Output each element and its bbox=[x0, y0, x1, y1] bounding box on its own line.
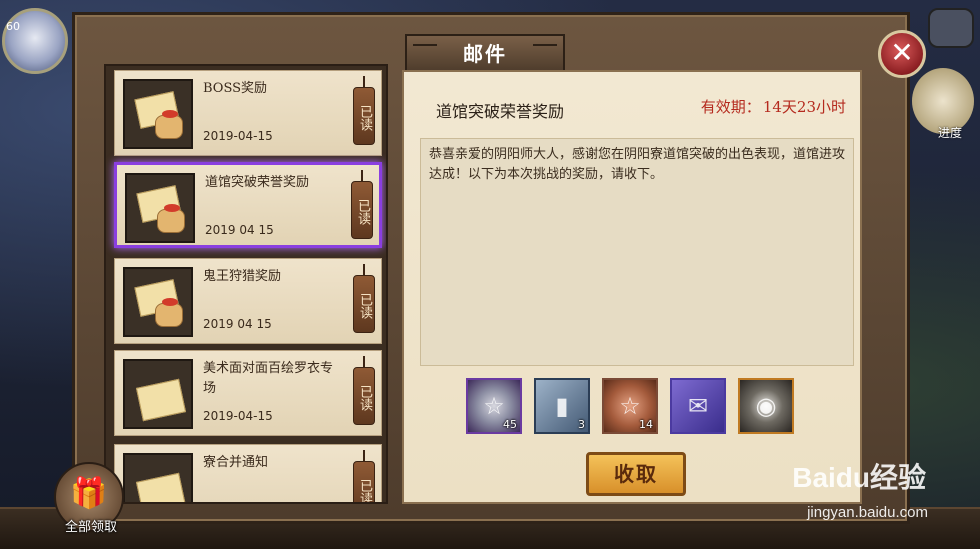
mail-title: 道馆突破荣誉奖励 bbox=[205, 175, 310, 190]
mail-envelope-icon bbox=[123, 453, 193, 502]
bronze-pentagram-coin-icon[interactable]: ☆ 14 bbox=[602, 378, 658, 434]
mail-date: 2019 04 15 bbox=[203, 317, 272, 331]
collect-button[interactable]: 收取 bbox=[586, 452, 686, 496]
collect-all-label: 全部领取 bbox=[64, 520, 117, 535]
mail-item[interactable]: 美术面对面百绘罗衣专场 2019-04-15 已读 bbox=[114, 350, 382, 436]
read-tag: 已读 bbox=[351, 170, 373, 239]
reward-list: ☆ 45 ▮ 3 ☆ 14 ✉ ◉ bbox=[466, 378, 794, 438]
chat-icon[interactable] bbox=[928, 8, 974, 48]
mail-detail: 道馆突破荣誉奖励 有效期： 14天23小时 恭喜亲爱的阴阳师大人，感谢您在阴阳寮道… bbox=[402, 70, 862, 504]
blank-scroll-card-icon[interactable]: ▮ 3 bbox=[534, 378, 590, 434]
mail-item-selected[interactable]: 道馆突破荣誉奖励 2019 04 15 已读 bbox=[114, 162, 382, 248]
mail-title: 美术面对面百绘罗衣专场 bbox=[203, 361, 334, 396]
mail-item[interactable]: 鬼王狩猎奖励 2019 04 15 已读 bbox=[114, 258, 382, 344]
close-button[interactable]: ✕ bbox=[878, 30, 926, 78]
read-tag: 已读 bbox=[353, 450, 375, 502]
mail-item[interactable]: 寮合并通知 已读 bbox=[114, 444, 382, 502]
progress-label: 进度 bbox=[937, 126, 962, 140]
mail-date: 2019 04 15 bbox=[205, 223, 274, 237]
expiry-info: 有效期： 14天23小时 bbox=[701, 96, 846, 117]
read-tag: 已读 bbox=[353, 356, 375, 425]
reward-count: 45 bbox=[503, 418, 517, 431]
watermark-logo: Baidu经验 bbox=[792, 462, 926, 493]
player-avatar[interactable] bbox=[2, 8, 68, 74]
mail-title: 寮合并通知 bbox=[203, 455, 269, 470]
mail-date: 2019-04-15 bbox=[203, 409, 273, 423]
mail-item[interactable]: BOSS奖励 2019-04-15 已读 bbox=[114, 70, 382, 156]
mail-title: BOSS奖励 bbox=[203, 81, 268, 96]
mail-gift-icon bbox=[123, 267, 193, 337]
mail-title: 鬼王狩猎奖励 bbox=[203, 269, 282, 284]
mail-envelope-icon bbox=[123, 359, 193, 429]
daruma-icon[interactable]: ◉ bbox=[738, 378, 794, 434]
mail-gift-icon bbox=[123, 79, 193, 149]
expiry-value: 14天23小时 bbox=[762, 98, 846, 116]
mail-gift-icon bbox=[125, 173, 195, 243]
mail-list: BOSS奖励 2019-04-15 已读 道馆突破荣誉奖励 2019 04 15… bbox=[104, 64, 388, 504]
silver-pentagram-coin-icon[interactable]: ☆ 45 bbox=[466, 378, 522, 434]
mail-body: 恭喜亲爱的阴阳师大人，感谢您在阴阳寮道馆突破的出色表现，道馆进攻达成！以下为本次… bbox=[420, 138, 854, 366]
window-title: 邮件 bbox=[405, 34, 565, 72]
mail-date: 2019-04-15 bbox=[203, 129, 273, 143]
reward-count: 3 bbox=[578, 418, 585, 431]
watermark-url: jingyan.baidu.com bbox=[807, 504, 928, 521]
player-level: 60 bbox=[6, 20, 20, 33]
read-tag: 已读 bbox=[353, 264, 375, 333]
blue-ticket-icon[interactable]: ✉ bbox=[670, 378, 726, 434]
gift-box-icon: 🎁 bbox=[70, 476, 108, 511]
expiry-label: 有效期： bbox=[700, 98, 761, 116]
reward-count: 14 bbox=[639, 418, 653, 431]
read-tag: 已读 bbox=[353, 76, 375, 145]
detail-title: 道馆突破荣誉奖励 bbox=[436, 102, 565, 121]
